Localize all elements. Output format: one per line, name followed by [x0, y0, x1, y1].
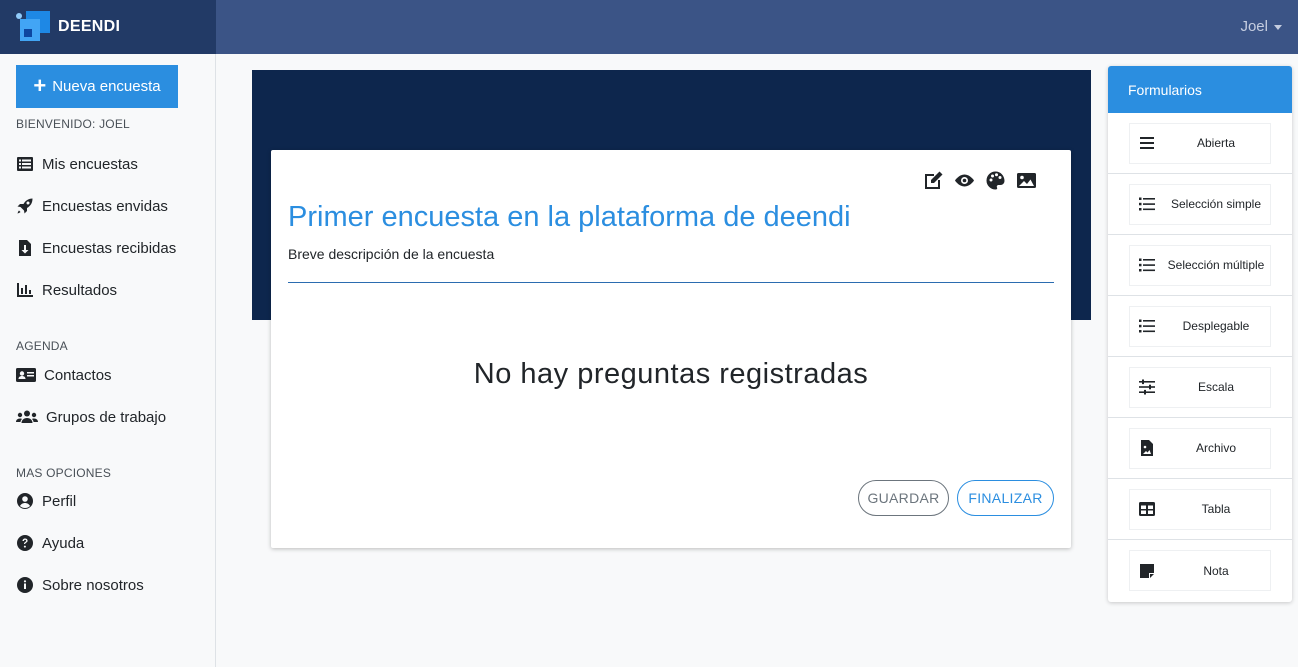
form-type-label: Abierta [1196, 136, 1236, 150]
sidebar-item-encuestas-envidas[interactable]: Encuestas envidas [16, 197, 168, 215]
list-icon [1139, 319, 1155, 333]
finish-button[interactable]: FINALIZAR [957, 480, 1054, 516]
bars-icon [1140, 137, 1154, 149]
sliders-icon [1139, 379, 1155, 395]
form-type-nota[interactable]: Nota [1129, 550, 1271, 591]
form-type-escala[interactable]: Escala [1129, 366, 1271, 408]
chart-bar-icon [17, 283, 33, 297]
sidebar-item-label: Sobre nosotros [42, 576, 144, 594]
form-type-item: Selección múltiple [1108, 235, 1292, 296]
sidebar: + Nueva encuesta BIENVENIDO: JOEL Mis en… [0, 54, 216, 667]
sidebar-item-mis-encuestas[interactable]: Mis encuestas [16, 155, 138, 173]
users-icon [16, 410, 38, 423]
list-icon [1139, 197, 1155, 211]
caret-down-icon [1274, 25, 1282, 30]
welcome-label: BIENVENIDO: JOEL [16, 117, 130, 131]
survey-title[interactable]: Primer encuesta en la plataforma de deen… [288, 201, 851, 234]
form-type-seleccion-multiple[interactable]: Selección múltiple [1129, 244, 1271, 286]
form-type-item: Desplegable [1108, 296, 1292, 357]
form-type-item: Abierta [1108, 113, 1292, 174]
image-icon[interactable] [1016, 170, 1037, 191]
info-circle-icon [17, 577, 33, 593]
list-icon [17, 157, 33, 171]
form-type-label: Tabla [1201, 502, 1231, 516]
eye-icon[interactable] [954, 170, 975, 191]
file-download-icon [19, 240, 31, 256]
sidebar-item-ayuda[interactable]: Ayuda [16, 534, 84, 552]
plus-icon: + [33, 72, 47, 98]
new-survey-label: Nueva encuesta [52, 78, 161, 95]
sidebar-item-encuestas-recibidas[interactable]: Encuestas recibidas [16, 239, 176, 257]
list-icon [1139, 258, 1155, 272]
deendi-logo [16, 11, 52, 43]
form-type-label: Nota [1203, 563, 1229, 578]
sidebar-item-label: Perfil [42, 492, 77, 510]
edit-icon[interactable] [923, 170, 944, 191]
question-circle-icon [17, 535, 33, 551]
form-type-label: Archivo [1195, 441, 1236, 455]
sidebar-item-label: Encuestas recibidas [42, 239, 177, 257]
form-type-item: Nota [1108, 540, 1292, 601]
new-survey-button[interactable]: + Nueva encuesta [16, 65, 178, 108]
brand-name: DEENDI [58, 18, 121, 35]
brand[interactable]: DEENDI [0, 0, 216, 54]
file-image-icon [1141, 440, 1153, 456]
sidebar-item-perfil[interactable]: Perfil [16, 492, 76, 510]
form-type-abierta[interactable]: Abierta [1129, 122, 1271, 164]
table-icon [1139, 502, 1155, 516]
form-type-archivo[interactable]: Archivo [1129, 427, 1271, 469]
form-type-item: Selección simple [1108, 174, 1292, 235]
sidebar-item-sobre-nosotros[interactable]: Sobre nosotros [16, 576, 144, 594]
agenda-section-label: AGENDA [16, 339, 68, 353]
sidebar-item-label: Ayuda [42, 534, 85, 552]
sticky-note-icon [1140, 563, 1154, 578]
form-type-seleccion-simple[interactable]: Selección simple [1129, 183, 1271, 225]
rocket-icon [17, 198, 33, 214]
form-type-item: Archivo [1108, 418, 1292, 479]
form-type-label: Selección múltiple [1167, 258, 1265, 272]
form-type-tabla[interactable]: Tabla [1129, 488, 1271, 530]
empty-questions-message: No hay preguntas registradas [473, 358, 869, 390]
sidebar-item-contactos[interactable]: Contactos [16, 366, 112, 384]
form-type-item: Tabla [1108, 479, 1292, 540]
palette-icon[interactable] [985, 170, 1006, 191]
sidebar-item-grupos-de-trabajo[interactable]: Grupos de trabajo [16, 408, 166, 426]
top-navbar: DEENDI Joel [0, 0, 1298, 54]
sidebar-item-resultados[interactable]: Resultados [16, 281, 117, 299]
sidebar-item-label: Encuestas envidas [42, 197, 168, 215]
user-menu-dropdown[interactable]: Joel [1240, 18, 1282, 35]
survey-description[interactable]: Breve descripción de la encuesta [288, 246, 1054, 283]
survey-card: Primer encuesta en la plataforma de deen… [271, 150, 1071, 548]
save-button[interactable]: GUARDAR [858, 480, 949, 516]
address-card-icon [16, 368, 36, 382]
form-type-desplegable[interactable]: Desplegable [1129, 305, 1271, 347]
form-type-label: Escala [1197, 380, 1235, 394]
form-type-label: Desplegable [1182, 319, 1250, 333]
sidebar-item-label: Resultados [42, 281, 118, 299]
form-type-label: Selección simple [1170, 197, 1262, 211]
user-circle-icon [17, 493, 33, 509]
sidebar-item-label: Mis encuestas [42, 155, 138, 173]
more-options-section-label: MAS OPCIONES [16, 466, 112, 480]
sidebar-item-label: Contactos [44, 366, 112, 384]
sidebar-item-label: Grupos de trabajo [46, 408, 167, 426]
survey-toolbar [923, 170, 1037, 191]
form-type-item: Escala [1108, 357, 1292, 418]
user-name: Joel [1240, 18, 1268, 35]
forms-panel-header: Formularios [1108, 66, 1292, 113]
forms-panel: Formularios Abierta Selección simple Sel… [1108, 66, 1292, 602]
